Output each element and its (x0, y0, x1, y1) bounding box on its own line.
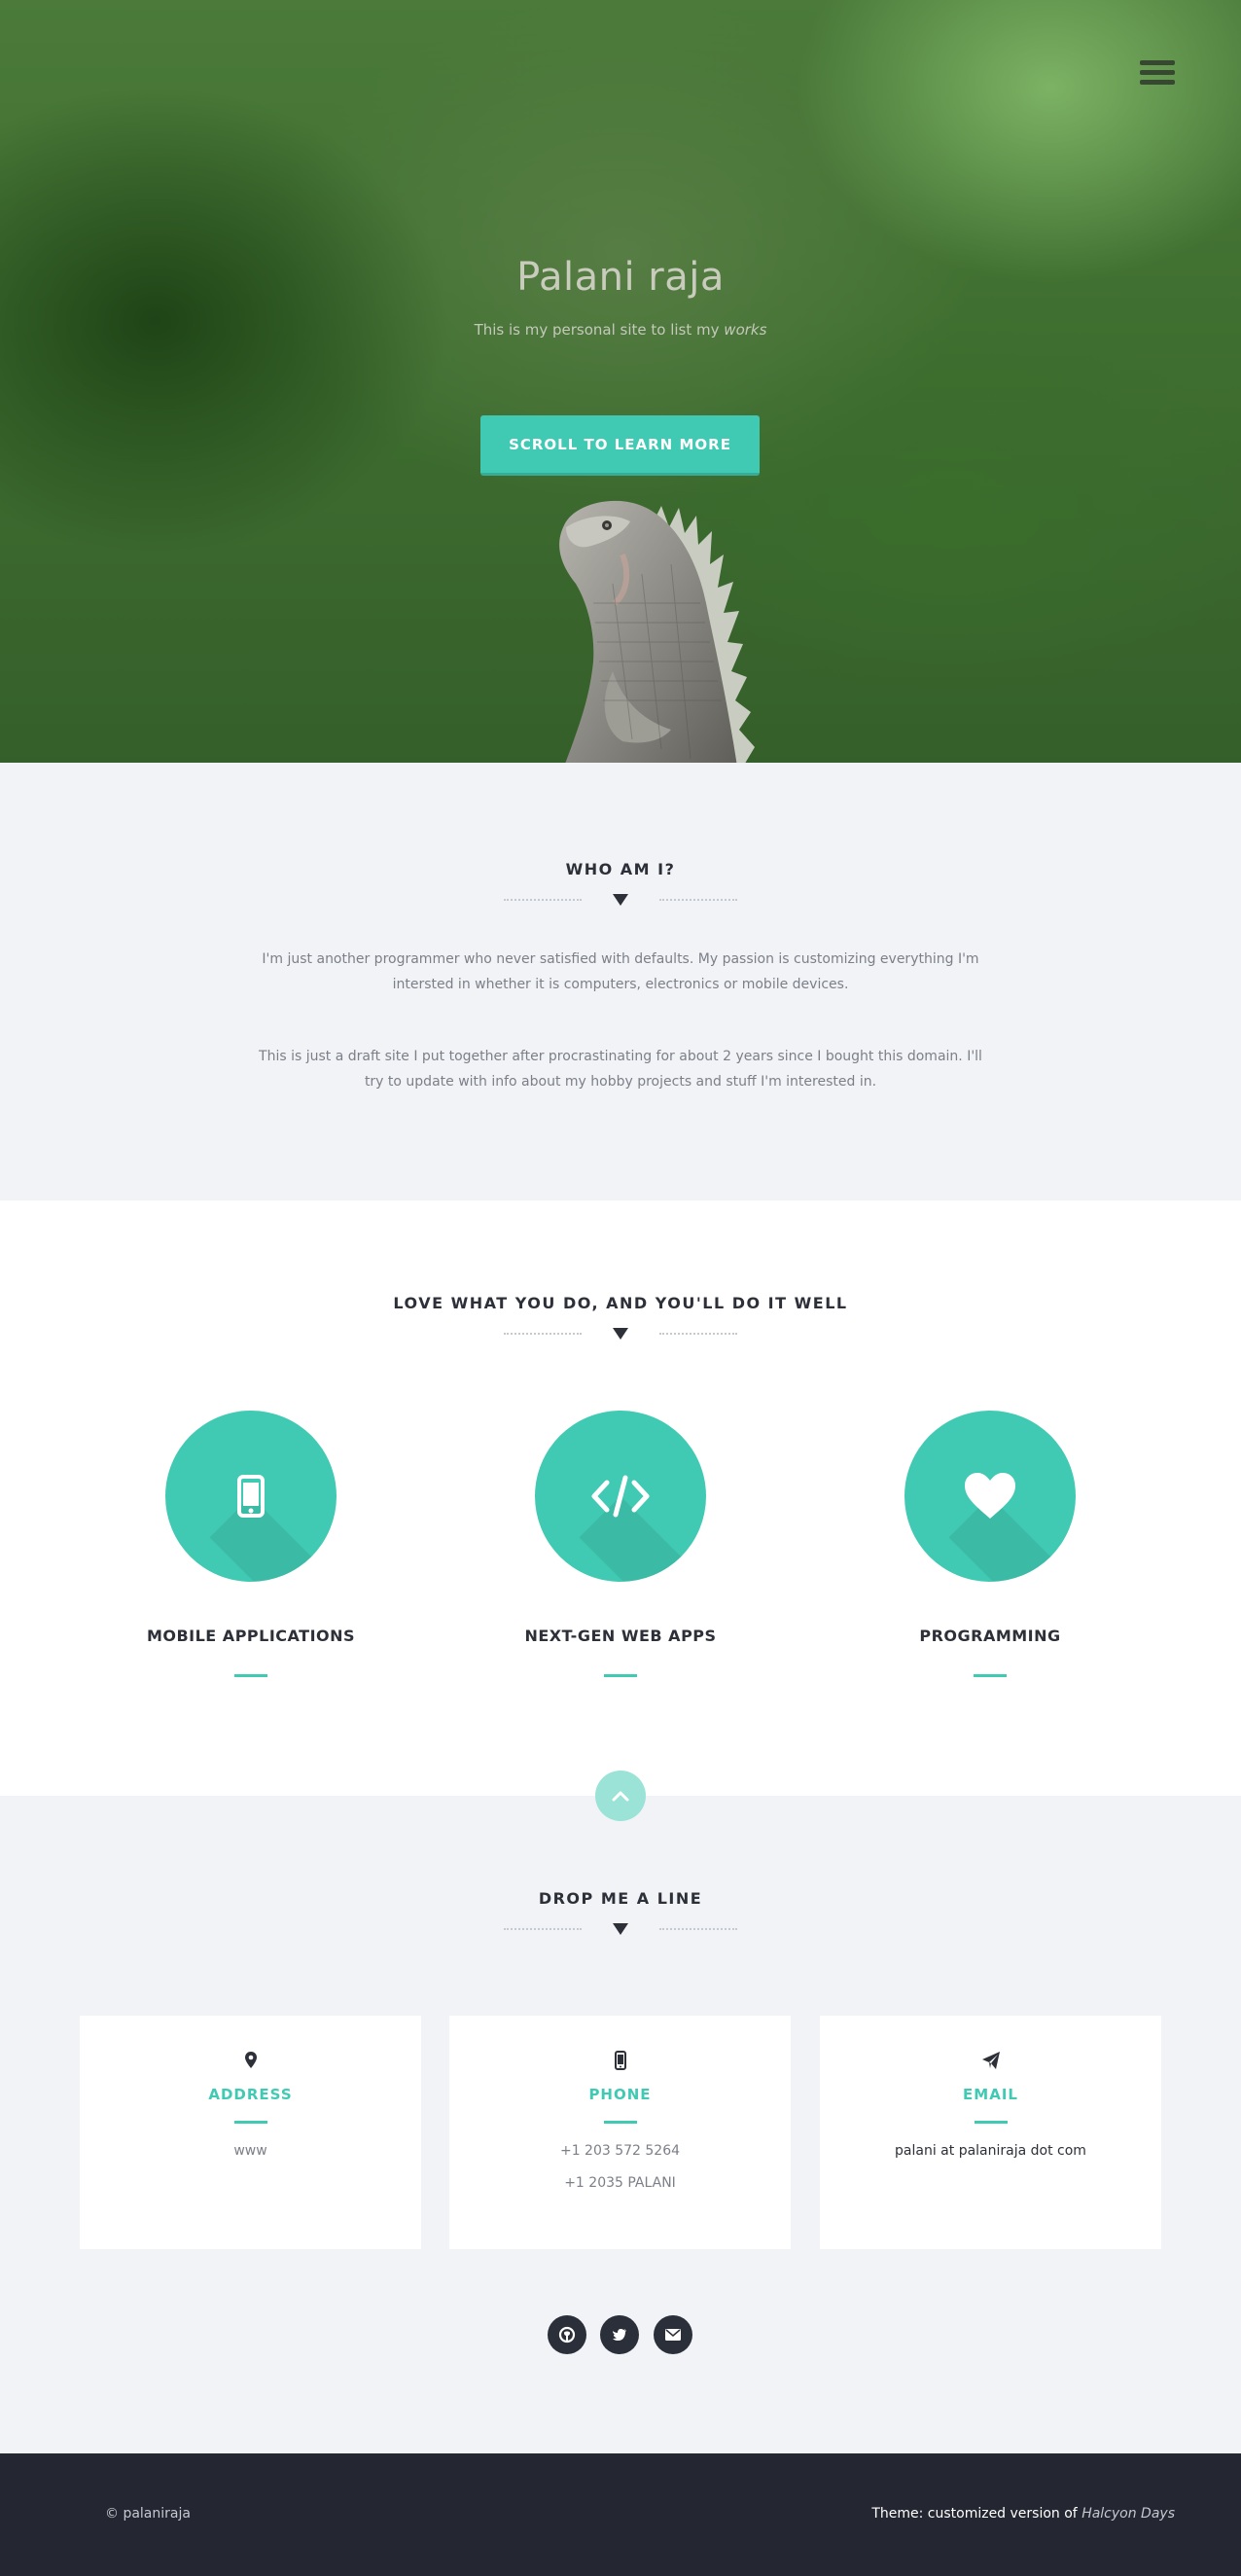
theme-credit-prefix: Theme: customized version of (871, 2506, 1078, 2522)
section-divider (504, 1326, 737, 1342)
scroll-to-learn-more-button[interactable]: SCROLL TO LEARN MORE (480, 415, 760, 476)
github-link[interactable] (548, 2315, 586, 2354)
hero-subtitle-text: This is my personal site to list my (474, 321, 720, 339)
accent-bar (603, 2121, 637, 2124)
contact-card-email: EMAIL palani at palaniraja dot com (820, 2016, 1161, 2249)
map-marker-icon (244, 2052, 257, 2068)
about-title: WHO AM I? (565, 860, 676, 878)
scroll-to-top-button[interactable] (595, 1771, 646, 1821)
service-label: MOBILE APPLICATIONS (146, 1627, 356, 1645)
service-item-mobile: MOBILE APPLICATIONS (105, 1411, 397, 1677)
accent-bar (233, 2121, 267, 2124)
hero-subtitle: This is my personal site to list my work… (0, 321, 1241, 339)
service-icon-circle (535, 1411, 706, 1582)
contact-title: DROP ME A LINE (538, 1889, 703, 1908)
services-title: LOVE WHAT YOU DO, AND YOU'LL DO IT WELL (393, 1294, 848, 1312)
social-links (548, 2315, 693, 2356)
footer-theme-credit: Theme: customized version of Halcyon Day… (871, 2506, 1175, 2522)
service-label: PROGRAMMING (919, 1627, 1061, 1645)
paper-plane-icon (981, 2052, 1000, 2069)
hero-subtitle-emphasis: works (724, 321, 767, 339)
hero-title: Palani raja (516, 255, 725, 300)
twitter-link[interactable] (600, 2315, 639, 2354)
github-icon (558, 2326, 576, 2343)
contact-card-phone: PHONE +1 203 572 5264 +1 2035 PALANI (449, 2016, 791, 2249)
services-list: MOBILE APPLICATIONS NEXT-GEN WEB APPS PR… (0, 1411, 1241, 1702)
accent-bar (604, 1674, 637, 1677)
contact-card-title: EMAIL (963, 2086, 1018, 2103)
contact-card-address: ADDRESS www (80, 2016, 421, 2249)
heart-icon (965, 1473, 1015, 1519)
service-label: NEXT-GEN WEB APPS (524, 1627, 717, 1645)
lizard-image (559, 500, 755, 767)
service-item-web: NEXT-GEN WEB APPS (475, 1411, 766, 1677)
triangle-down-icon (613, 1923, 628, 1935)
accent-bar (234, 1674, 267, 1677)
contact-card-title: PHONE (588, 2086, 652, 2103)
theme-name-link[interactable]: Halcyon Days (1081, 2506, 1175, 2522)
contact-section: DROP ME A LINE ADDRESS www PHONE +1 203 … (0, 1771, 1241, 2453)
hero-bottom-edge (0, 763, 1241, 767)
hero-section: Palani raja This is my personal site to … (0, 0, 1241, 767)
services-section: LOVE WHAT YOU DO, AND YOU'LL DO IT WELL … (0, 1200, 1241, 1796)
section-divider (504, 1921, 737, 1937)
address-value: www (233, 2143, 267, 2159)
code-icon (591, 1475, 650, 1518)
email-value: palani at palaniraja dot com (895, 2143, 1086, 2159)
section-divider (504, 892, 737, 908)
hamburger-menu-icon[interactable] (1140, 60, 1175, 88)
service-icon-circle (165, 1411, 337, 1582)
phone-number-2: +1 2035 PALANI (564, 2175, 676, 2191)
triangle-down-icon (613, 1328, 628, 1340)
contact-card-title: ADDRESS (208, 2086, 293, 2103)
footer: © palaniraja Theme: customized version o… (0, 2453, 1241, 2576)
service-icon-circle (904, 1411, 1076, 1582)
service-item-programming: PROGRAMMING (844, 1411, 1136, 1677)
mobile-icon (237, 1475, 265, 1518)
chevron-up-icon (612, 1791, 629, 1802)
accent-bar (974, 1674, 1007, 1677)
mobile-icon (614, 2051, 626, 2070)
about-paragraph-2: This is just a draft site I put together… (259, 1049, 982, 1090)
about-section: WHO AM I? I'm just another programmer wh… (0, 767, 1241, 1200)
twitter-icon (613, 2329, 626, 2341)
phone-number-1: +1 203 572 5264 (559, 2143, 681, 2159)
about-paragraph-1: I'm just another programmer who never sa… (262, 951, 979, 992)
contact-cards: ADDRESS www PHONE +1 203 572 5264 +1 203… (80, 2016, 1161, 2249)
triangle-down-icon (613, 894, 628, 906)
footer-copyright: © palaniraja (105, 2506, 191, 2522)
accent-bar (974, 2121, 1008, 2124)
envelope-icon (665, 2329, 681, 2341)
email-link[interactable] (654, 2315, 692, 2354)
